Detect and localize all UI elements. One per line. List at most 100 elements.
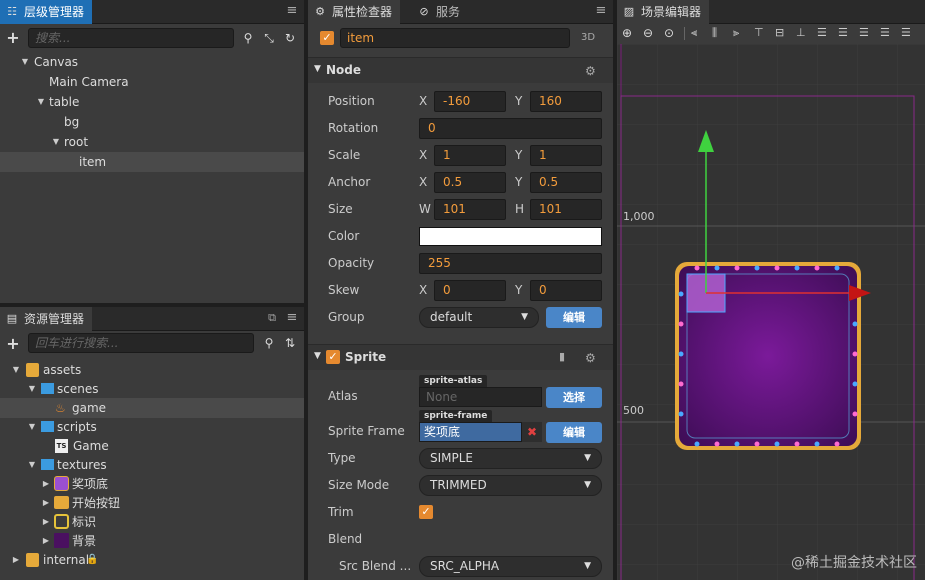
scale-x-input[interactable]: 1 (434, 145, 506, 166)
position-y-input[interactable]: 160 (530, 91, 602, 112)
align-bottom-icon[interactable]: ⊥ (796, 26, 806, 39)
expand-arrow-icon[interactable]: ▼ (51, 132, 61, 152)
tree-node-table[interactable]: ▼ table (0, 92, 304, 112)
size-mode-select[interactable]: TRIMMED ▼ (419, 475, 602, 496)
add-asset-icon[interactable]: + (6, 336, 20, 352)
distribute-icon[interactable]: ☰ (859, 26, 869, 39)
maximize-icon[interactable]: ⧉ (266, 311, 278, 325)
skew-x-input[interactable]: 0 (434, 280, 506, 301)
distribute-icon[interactable]: ☰ (880, 26, 890, 39)
asset-label: Game (73, 439, 109, 453)
sprite-section-header[interactable]: ▼ ✓ Sprite ▮ ⚙ (308, 344, 613, 370)
collapse-arrow-icon[interactable]: ▼ (314, 351, 321, 361)
tab-assets[interactable]: ▤ 资源管理器 (0, 307, 93, 331)
tab-inspector[interactable]: ⚙ 属性检查器 (308, 0, 401, 24)
scene-viewport[interactable]: 1,000 500 @稀土掘金技术社区 (617, 44, 925, 580)
search-icon[interactable]: ⚲ (241, 31, 255, 45)
book-icon[interactable]: ▮ (559, 350, 565, 363)
sprite-frame-edit-button[interactable]: 编辑 (546, 422, 602, 443)
zoom-reset-icon[interactable]: ⊙ (664, 26, 674, 40)
tree-node-root[interactable]: ▼ root (0, 132, 304, 152)
tree-node-bg[interactable]: bg (0, 112, 304, 132)
node-section-header[interactable]: ▼ Node ⚙ (308, 57, 613, 83)
sprite-enabled-checkbox[interactable]: ✓ (326, 350, 340, 364)
src-blend-select[interactable]: SRC_ALPHA ▼ (419, 556, 602, 577)
expand-arrow-icon[interactable]: ▶ (41, 512, 51, 532)
align-top-icon[interactable]: ⊤ (754, 26, 764, 39)
search-icon[interactable]: ⚲ (262, 336, 276, 350)
mode-3d-toggle[interactable]: 3D (581, 32, 595, 43)
distribute-icon[interactable]: ☰ (838, 26, 848, 39)
group-select[interactable]: default ▼ (419, 307, 539, 328)
menu-icon[interactable]: ≡ (286, 4, 298, 18)
refresh-icon[interactable]: ↻ (283, 31, 297, 45)
collapse-arrow-icon[interactable]: ▼ (314, 64, 321, 74)
position-x-input[interactable]: -160 (434, 91, 506, 112)
clear-icon[interactable]: ✖ (522, 422, 542, 442)
opacity-input[interactable]: 255 (419, 253, 602, 274)
tree-node-main-camera[interactable]: Main Camera (0, 72, 304, 92)
menu-icon[interactable]: ≡ (595, 4, 607, 18)
asset-game-script[interactable]: TS Game (0, 436, 304, 456)
collapse-icon[interactable]: ⤡ (262, 31, 276, 45)
assets-search-input[interactable]: 回车进行搜索... (28, 333, 254, 353)
tab-scene-editor[interactable]: ▨ 场景编辑器 (617, 0, 710, 24)
distribute-icon[interactable]: ☰ (817, 26, 827, 39)
expand-arrow-icon[interactable]: ▼ (27, 417, 37, 437)
sort-icon[interactable]: ⇅ (283, 336, 297, 350)
gear-icon[interactable]: ⚙ (585, 352, 597, 364)
anchor-y-input[interactable]: 0.5 (530, 172, 602, 193)
expand-arrow-icon[interactable]: ▶ (41, 531, 51, 551)
asset-game-scene[interactable]: ♨ game (0, 398, 304, 418)
asset-internal[interactable]: ▶ internal 🔒 (0, 550, 304, 570)
tab-services[interactable]: ⊘ 服务 (412, 0, 468, 24)
size-w-input[interactable]: 101 (434, 199, 506, 220)
asset-texture-logo[interactable]: ▶ 标识 (0, 512, 304, 532)
size-h-input[interactable]: 101 (530, 199, 602, 220)
sprite-frame-row: Sprite Frame sprite-frame 奖项底 ✖ 编辑 (308, 410, 613, 444)
align-left-icon[interactable]: ⫷ (691, 26, 697, 40)
node-name-input[interactable]: item (340, 28, 570, 48)
menu-icon[interactable]: ≡ (286, 311, 298, 325)
asset-textures[interactable]: ▼ textures (0, 455, 304, 475)
asset-scripts[interactable]: ▼ scripts (0, 417, 304, 437)
atlas-select-button[interactable]: 选择 (546, 387, 602, 408)
expand-arrow-icon[interactable]: ▼ (27, 455, 37, 475)
node-active-checkbox[interactable]: ✓ (320, 31, 334, 45)
anchor-x-input[interactable]: 0.5 (434, 172, 506, 193)
expand-arrow-icon[interactable]: ▶ (41, 474, 51, 494)
align-middle-icon[interactable]: ⊟ (775, 26, 784, 39)
zoom-in-icon[interactable]: ⊕ (622, 26, 632, 40)
expand-arrow-icon[interactable]: ▶ (41, 493, 51, 513)
group-edit-button[interactable]: 编辑 (546, 307, 602, 328)
add-node-icon[interactable]: + (6, 30, 20, 46)
asset-texture-prize-bg[interactable]: ▶ 奖项底 (0, 474, 304, 494)
expand-arrow-icon[interactable]: ▼ (11, 360, 21, 380)
zoom-out-icon[interactable]: ⊖ (643, 26, 653, 40)
atlas-field[interactable]: None (419, 387, 542, 407)
distribute-icon[interactable]: ☰ (901, 26, 911, 39)
asset-assets[interactable]: ▼ assets (0, 360, 304, 380)
expand-arrow-icon[interactable]: ▼ (36, 92, 46, 112)
asset-scenes[interactable]: ▼ scenes (0, 379, 304, 399)
scale-y-input[interactable]: 1 (530, 145, 602, 166)
expand-arrow-icon[interactable]: ▼ (27, 379, 37, 399)
color-swatch[interactable] (419, 227, 602, 246)
skew-y-input[interactable]: 0 (530, 280, 602, 301)
asset-texture-background[interactable]: ▶ 背景 (0, 531, 304, 551)
hierarchy-search-input[interactable]: 搜索... (28, 28, 234, 48)
tab-hierarchy[interactable]: ☷ 层级管理器 (0, 0, 93, 24)
asset-texture-start-button[interactable]: ▶ 开始按钮 (0, 493, 304, 513)
src-blend-label: Src Blend ... (339, 559, 412, 573)
expand-arrow-icon[interactable]: ▼ (20, 52, 30, 72)
align-right-icon[interactable]: ⫸ (733, 26, 739, 40)
gear-icon[interactable]: ⚙ (585, 65, 597, 77)
trim-checkbox[interactable]: ✓ (419, 505, 433, 519)
tree-node-item[interactable]: item (0, 152, 304, 172)
rotation-input[interactable]: 0 (419, 118, 602, 139)
align-center-icon[interactable]: ⫼ (712, 26, 717, 40)
sprite-frame-field[interactable]: 奖项底 (419, 422, 522, 442)
tree-node-canvas[interactable]: ▼ Canvas (0, 52, 304, 72)
expand-arrow-icon[interactable]: ▶ (11, 550, 21, 570)
type-select[interactable]: SIMPLE ▼ (419, 448, 602, 469)
